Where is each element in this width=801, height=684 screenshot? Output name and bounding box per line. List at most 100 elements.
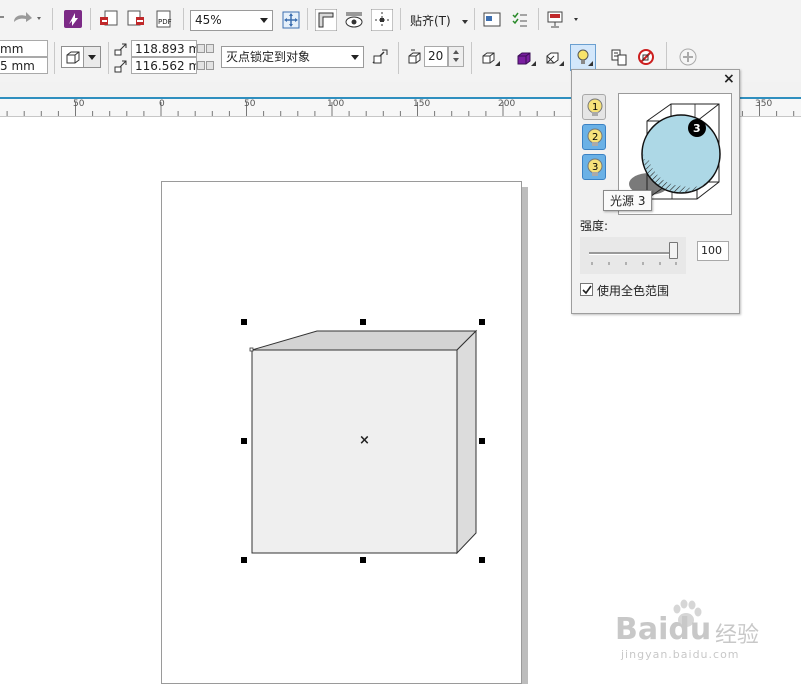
separator bbox=[400, 8, 401, 30]
intensity-slider-ticks bbox=[591, 262, 677, 265]
snap-to-label: 贴齐(T) bbox=[410, 14, 451, 28]
extrusion-color-icon[interactable] bbox=[515, 48, 537, 70]
center-marker[interactable]: × bbox=[359, 434, 370, 448]
separator bbox=[307, 8, 308, 30]
vanishing-point-x-field[interactable]: 118.893 mm bbox=[131, 40, 197, 57]
light-2-button[interactable]: 2 bbox=[582, 124, 606, 150]
extrusion-type-icon bbox=[66, 51, 80, 64]
checkmark-icon bbox=[582, 285, 592, 295]
vanishing-point-y-spinner[interactable] bbox=[197, 57, 215, 74]
extrusion-lighting-panel: × 1 2 3 3 光源 3 强度: 100 使用全色范围 bbox=[571, 69, 740, 314]
selection-handle-bottom[interactable] bbox=[360, 557, 366, 563]
separator bbox=[108, 42, 109, 74]
vanishing-point-mode-select[interactable]: 灭点锁定到对象 bbox=[221, 46, 364, 68]
object-width-field[interactable]: mm bbox=[0, 40, 48, 57]
view-manager-icon[interactable] bbox=[344, 10, 364, 30]
extrusion-node[interactable] bbox=[249, 347, 254, 352]
intensity-slider[interactable] bbox=[580, 237, 686, 274]
vanishing-point-y-value: 116.562 mm bbox=[135, 59, 196, 73]
intensity-value: 100 bbox=[701, 244, 722, 257]
watermark-brand: Baidu bbox=[615, 612, 712, 647]
vanishing-point-x-value: 118.893 mm bbox=[135, 42, 196, 56]
rulers-toggle-icon[interactable] bbox=[315, 9, 337, 31]
selection-handle-left[interactable] bbox=[241, 438, 247, 444]
chevron-down-icon bbox=[260, 18, 268, 23]
watermark: Baidu 经验 jingyan.baidu.com bbox=[615, 599, 785, 670]
chevron-down-icon bbox=[88, 55, 96, 60]
object-width-value: mm bbox=[0, 42, 24, 56]
selection-handle-bottom-right[interactable] bbox=[479, 557, 485, 563]
chevron-down-icon bbox=[461, 19, 468, 24]
extrusion-depth-field[interactable]: 20 bbox=[424, 46, 448, 67]
vanishing-point-x-icon bbox=[114, 43, 127, 56]
snap-to-menu[interactable]: 贴齐(T) bbox=[410, 12, 468, 29]
vanishing-point-properties-icon[interactable] bbox=[370, 47, 390, 67]
ruler-label: 50 bbox=[244, 99, 256, 109]
cube-front-face bbox=[251, 349, 458, 554]
preview-sphere bbox=[641, 114, 721, 194]
separator bbox=[54, 42, 55, 74]
application-launcher-icon[interactable] bbox=[546, 9, 580, 31]
add-preset-icon[interactable] bbox=[678, 47, 700, 69]
vanishing-point-y-field[interactable]: 116.562 mm bbox=[131, 57, 197, 74]
selection-handle-bottom-left[interactable] bbox=[241, 557, 247, 563]
undo-icon-partial[interactable] bbox=[0, 10, 8, 26]
watermark-url: jingyan.baidu.com bbox=[621, 648, 740, 661]
separator bbox=[398, 42, 399, 74]
export-icon[interactable] bbox=[126, 9, 146, 29]
ruler-label: 350 bbox=[755, 99, 773, 109]
separator bbox=[471, 42, 472, 74]
svg-text:PDF: PDF bbox=[158, 18, 172, 26]
light-1-number: 1 bbox=[592, 102, 598, 113]
light-3-button[interactable]: 3 bbox=[582, 154, 606, 180]
options-checklist-icon[interactable] bbox=[510, 10, 530, 30]
separator bbox=[52, 8, 53, 30]
full-color-label: 使用全色范围 bbox=[597, 284, 670, 298]
full-color-checkbox[interactable] bbox=[580, 283, 593, 296]
chevron-down-icon bbox=[351, 55, 359, 60]
redo-icon[interactable] bbox=[10, 8, 44, 28]
snap-guides-icon[interactable] bbox=[371, 9, 393, 31]
publish-pdf-icon[interactable]: PDF bbox=[154, 9, 174, 29]
extrusion-type-select[interactable] bbox=[61, 46, 101, 68]
separator bbox=[90, 8, 91, 30]
ruler-label: 100 bbox=[327, 99, 345, 109]
page-shadow bbox=[522, 187, 528, 684]
lightbulb-icon bbox=[577, 49, 593, 66]
intensity-label: 强度: bbox=[580, 219, 609, 233]
welcome-screen-icon[interactable] bbox=[482, 10, 502, 30]
vanishing-point-x-spinner[interactable] bbox=[197, 40, 215, 57]
zoom-to-page-icon[interactable] bbox=[281, 10, 301, 30]
selection-handle-top[interactable] bbox=[360, 319, 366, 325]
separator bbox=[538, 8, 539, 30]
light-1-button[interactable]: 1 bbox=[582, 94, 606, 120]
zoom-level-select[interactable]: 45% bbox=[190, 10, 273, 31]
extrusion-lighting-button[interactable] bbox=[570, 44, 596, 71]
intensity-slider-thumb[interactable] bbox=[669, 242, 678, 259]
intensity-input[interactable]: 100 bbox=[697, 241, 729, 261]
corel-connect-icon[interactable] bbox=[63, 9, 83, 29]
intensity-slider-track bbox=[589, 252, 677, 255]
selection-handle-top-left[interactable] bbox=[241, 319, 247, 325]
clear-extrusion-icon[interactable] bbox=[636, 47, 658, 69]
close-icon[interactable]: × bbox=[723, 71, 735, 87]
light-tooltip: 光源 3 bbox=[603, 190, 653, 211]
separator bbox=[474, 8, 475, 30]
selection-handle-right[interactable] bbox=[479, 438, 485, 444]
extrusion-depth-value: 20 bbox=[428, 49, 444, 63]
standard-toolbar: PDF 45% 贴齐(T) bbox=[0, 0, 801, 37]
lightbulb-icon: 3 bbox=[587, 158, 603, 176]
light-2-number: 2 bbox=[592, 132, 598, 143]
extrusion-depth-spinner[interactable] bbox=[448, 46, 464, 67]
copy-extrusion-properties-icon[interactable] bbox=[609, 47, 631, 69]
selection-handle-top-right[interactable] bbox=[479, 319, 485, 325]
extrude-rotation-icon[interactable] bbox=[479, 48, 501, 70]
extrusion-type-dropdown[interactable] bbox=[83, 47, 100, 67]
import-icon[interactable] bbox=[99, 9, 119, 29]
object-height-field[interactable]: 5 mm bbox=[0, 57, 48, 74]
extrusion-bevels-icon[interactable] bbox=[543, 48, 565, 70]
vanishing-point-mode-value: 灭点锁定到对象 bbox=[226, 50, 311, 64]
lightbulb-icon: 2 bbox=[587, 128, 603, 146]
ruler-label: 0 bbox=[159, 99, 165, 109]
ruler-label: 200 bbox=[498, 99, 516, 109]
